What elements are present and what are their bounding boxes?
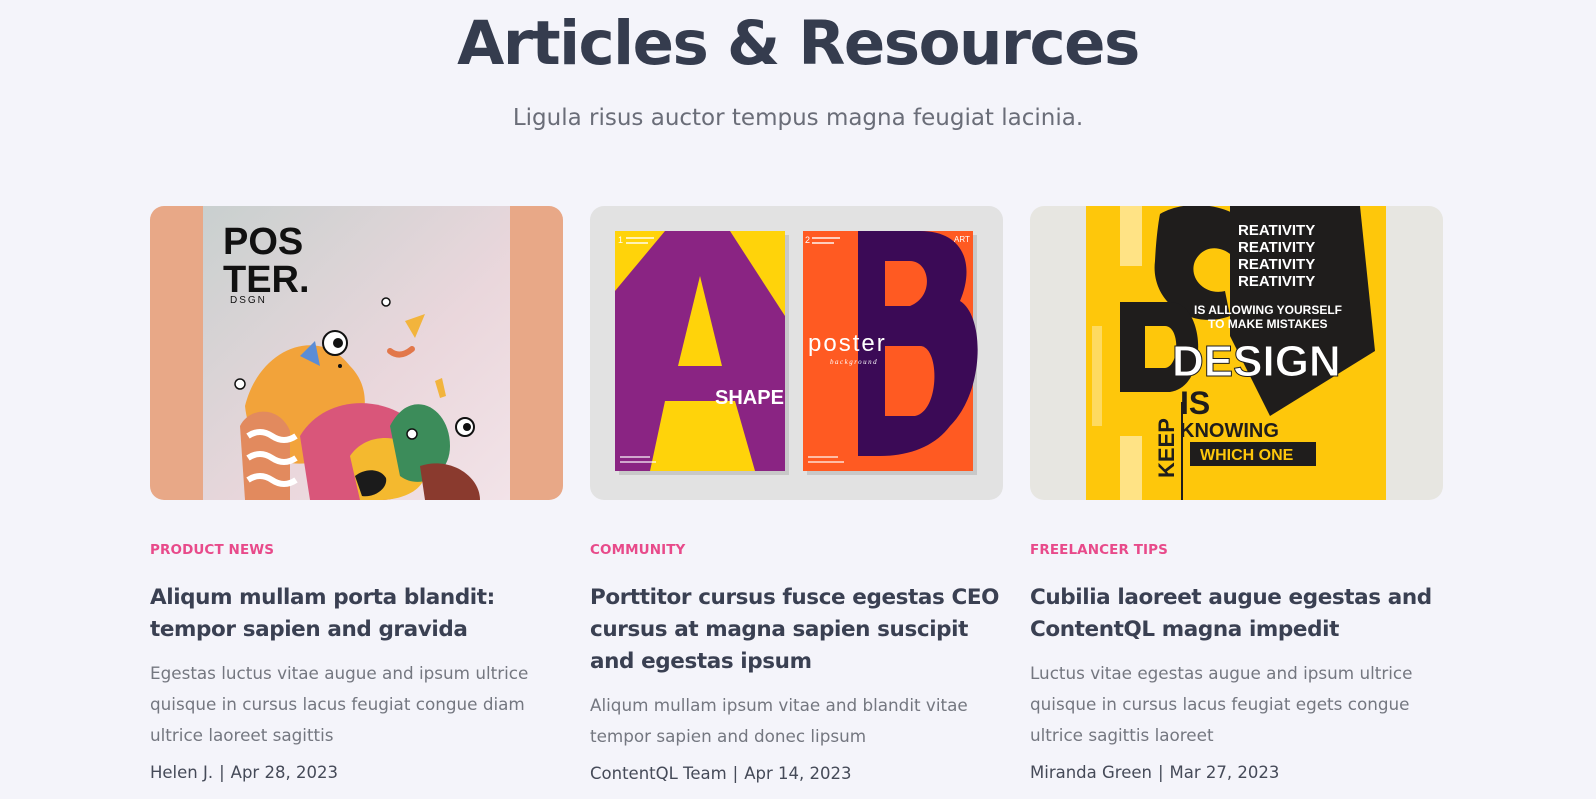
meta-separator: | [732,764,739,783]
article-meta: Miranda Green | Mar 27, 2023 [1030,761,1443,785]
article-card[interactable]: REATIVITY REATIVITY REATIVITY REATIVITY … [1030,206,1443,785]
svg-text:poster: poster [808,330,887,357]
article-category[interactable]: COMMUNITY [590,540,1003,560]
article-image-ab-posters[interactable]: A SHAPE 1 B poster background ART 2 [590,206,1003,500]
article-meta: ContentQL Team | Apr 14, 2023 [590,762,1003,786]
article-excerpt: Egestas luctus vitae augue and ipsum ult… [150,663,529,745]
svg-text:ART: ART [954,235,970,244]
svg-text:KEEP: KEEP [1154,418,1179,478]
article-category[interactable]: PRODUCT NEWS [150,540,563,560]
svg-text:1: 1 [618,235,623,245]
svg-text:2: 2 [805,235,810,245]
svg-text:REATIVITY: REATIVITY [1238,256,1315,273]
svg-text:POS: POS [223,221,303,263]
article-card[interactable]: A SHAPE 1 B poster background ART 2 COMM… [590,206,1003,786]
svg-text:IS ALLOWING YOURSELF: IS ALLOWING YOURSELF [1194,303,1342,317]
article-title[interactable]: Cubilia laoreet augue egestas and Conten… [1030,582,1443,646]
svg-text:KNOWING: KNOWING [1180,420,1279,442]
svg-text:REATIVITY: REATIVITY [1238,273,1315,290]
article-author: Helen J. [150,763,214,782]
article-image-poster-design[interactable]: POS TER. DSGN [150,206,563,500]
svg-text:IS: IS [1180,385,1210,421]
svg-text:SHAPE: SHAPE [715,387,784,409]
svg-text:REATIVITY: REATIVITY [1238,239,1315,256]
article-category[interactable]: FREELANCER TIPS [1030,540,1443,560]
article-title[interactable]: Aliqum mullam porta blandit: tempor sapi… [150,582,563,646]
svg-text:TO MAKE MISTAKES: TO MAKE MISTAKES [1208,317,1328,331]
article-date: Apr 14, 2023 [744,764,852,783]
svg-text:DSGN: DSGN [230,295,267,306]
meta-separator: | [1157,763,1164,782]
section-title: Articles & Resources [457,8,1140,79]
section-subtitle: Ligula risus auctor tempus magna feugiat… [512,105,1084,131]
article-excerpt: Aliqum mullam ipsum vitae and blandit vi… [590,695,968,746]
article-date: Mar 27, 2023 [1169,763,1280,782]
article-excerpt: Luctus vitae egestas augue and ipsum ult… [1030,663,1413,745]
article-meta: Helen J. | Apr 28, 2023 [150,761,563,785]
article-date: Apr 28, 2023 [230,763,338,782]
article-author: Miranda Green [1030,763,1152,782]
svg-text:REATIVITY: REATIVITY [1238,222,1315,239]
svg-text:background: background [830,358,878,366]
svg-text:DESIGN: DESIGN [1172,337,1341,386]
article-image-creativity-poster[interactable]: REATIVITY REATIVITY REATIVITY REATIVITY … [1030,206,1443,500]
article-author: ContentQL Team [590,764,727,783]
meta-separator: | [219,763,225,782]
article-title[interactable]: Porttitor cursus fusce egestas CEO cursu… [590,582,1003,678]
svg-text:WHICH ONE: WHICH ONE [1200,447,1294,464]
article-card[interactable]: POS TER. DSGN PRODUCT NEWS Aliqum mullam… [150,206,563,785]
